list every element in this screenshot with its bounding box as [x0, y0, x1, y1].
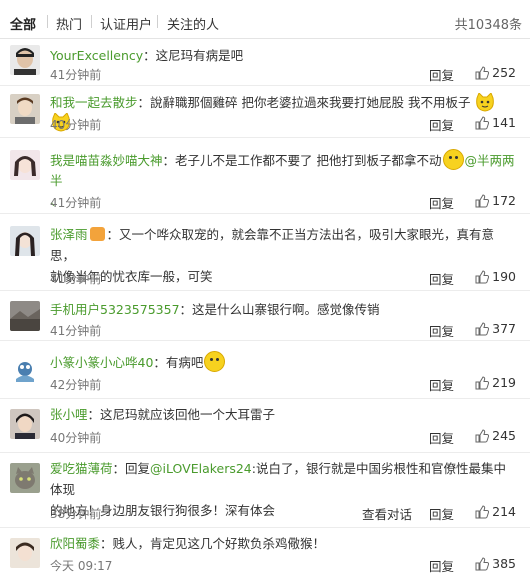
- reply-button[interactable]: 回复: [429, 428, 454, 447]
- username[interactable]: 欣阳蜀黍: [50, 536, 100, 551]
- avatar[interactable]: [10, 463, 40, 493]
- timestamp: 38分钟前: [50, 507, 102, 521]
- like-count: 141: [492, 115, 516, 130]
- tab-verified[interactable]: 认证用户: [100, 14, 152, 33]
- avatar[interactable]: [10, 94, 40, 124]
- thumbs-up-icon: [475, 505, 490, 519]
- like-count: 190: [492, 269, 516, 284]
- reply-button[interactable]: 回复: [429, 321, 454, 340]
- comment-item: 小篆小篆小心哗40：有病吧 42分钟前 回复 219: [0, 341, 530, 399]
- tab-all[interactable]: 全部: [10, 14, 36, 33]
- avatar[interactable]: [10, 355, 40, 385]
- like-button[interactable]: 245: [475, 428, 516, 443]
- tab-following[interactable]: 关注的人: [167, 14, 219, 33]
- like-count: 245: [492, 428, 516, 443]
- like-button[interactable]: 214: [475, 504, 516, 519]
- timestamp: 41分钟前: [50, 272, 102, 286]
- like-count: 377: [492, 321, 516, 336]
- tab-divider: [47, 15, 48, 28]
- timestamp: 41分钟前: [50, 68, 102, 82]
- tab-divider: [91, 15, 92, 28]
- thinking-emoji-icon: [204, 351, 226, 372]
- thumbs-up-icon: [475, 557, 490, 571]
- thumbs-up-icon: [475, 429, 490, 443]
- timestamp: 40分钟前: [50, 118, 102, 132]
- avatar[interactable]: [10, 301, 40, 331]
- comment-item: 张泽雨 ：又一个哗众取宠的，就会靠不正当方法出名，吸引大家眼光，真有意思， 就像当年…: [0, 214, 530, 291]
- username[interactable]: 手机用户5323575357: [50, 302, 180, 317]
- avatar[interactable]: [10, 45, 40, 75]
- like-button[interactable]: 385: [475, 556, 516, 571]
- avatar[interactable]: [10, 226, 40, 256]
- reply-button[interactable]: 回复: [429, 269, 454, 288]
- timestamp: 40分钟前: [50, 431, 102, 445]
- comment-item: 欣阳蜀黍：贱人，肯定见这几个好欺负杀鸡儆猴！ 今天 09:17 回复 385: [0, 528, 530, 588]
- comment-text: 手机用户5323575357：这是什么山寨银行啊。感觉像传销: [50, 302, 380, 317]
- comment-text: YourExcellency：这尼玛有病是吧: [50, 48, 244, 63]
- like-button[interactable]: 377: [475, 321, 516, 336]
- thumbs-up-icon: [475, 116, 490, 130]
- comment-item: YourExcellency：这尼玛有病是吧 41分钟前 回复 252: [0, 39, 530, 86]
- view-conversation-button[interactable]: 查看对话: [362, 504, 412, 523]
- like-count: 214: [492, 504, 516, 519]
- comment-item: 和我一起去散步：說辭職那個雞碎 把你老婆拉過來我要打她屁股 我不用板子 40分钟…: [0, 86, 530, 138]
- like-button[interactable]: 252: [475, 65, 516, 80]
- mention-link[interactable]: @iLOVElakers24: [150, 461, 252, 476]
- thumbs-up-icon: [475, 66, 490, 80]
- username[interactable]: 爱吃猫薄荷: [50, 461, 113, 476]
- avatar[interactable]: [10, 409, 40, 439]
- comment-tabs: 全部 热门 认证用户 关注的人 共10348条: [0, 0, 530, 40]
- comment-text: 小篆小篆小心哗40：有病吧: [50, 351, 518, 373]
- reply-button[interactable]: 回复: [429, 65, 454, 84]
- comment-count: 共10348条: [454, 18, 522, 33]
- like-count: 219: [492, 375, 516, 390]
- tab-divider: [157, 15, 158, 28]
- timestamp: 42分钟前: [50, 378, 102, 392]
- thumbs-up-icon: [475, 194, 490, 208]
- username[interactable]: 和我一起去散步: [50, 95, 138, 110]
- cat-emoji-icon: [476, 93, 495, 112]
- tab-hot[interactable]: 热门: [56, 14, 82, 33]
- timestamp: 41分钟前: [50, 196, 102, 210]
- comment-item: 手机用户5323575357：这是什么山寨银行啊。感觉像传销 41分钟前 回复 …: [0, 291, 530, 341]
- reply-button[interactable]: 回复: [429, 115, 454, 134]
- username[interactable]: YourExcellency: [50, 48, 143, 63]
- avatar[interactable]: [10, 150, 40, 180]
- like-button[interactable]: 190: [475, 269, 516, 284]
- reply-button[interactable]: 回复: [429, 504, 454, 523]
- like-button[interactable]: 219: [475, 375, 516, 390]
- thumbs-up-icon: [475, 322, 490, 336]
- username[interactable]: 张泽雨: [50, 227, 88, 242]
- like-button[interactable]: 172: [475, 193, 516, 208]
- comment-item: 张小哩：这尼玛就应该回他一个大耳雷子 40分钟前 回复 245: [0, 399, 530, 453]
- comment-text: 张小哩：这尼玛就应该回他一个大耳雷子: [50, 407, 276, 422]
- comment-item: 我是喵苗淼妙喵大神：老子儿不是工作都不要了 把他打到板子都拿不动 @半两两半、 4…: [0, 138, 530, 214]
- comment-item: 爱吃猫薄荷：回复@iLOVElakers24:说白了，银行就是中国劣根性和官僚性…: [0, 453, 530, 528]
- like-count: 385: [492, 556, 516, 571]
- smiley-emoji-icon: [442, 149, 464, 170]
- like-count: 172: [492, 193, 516, 208]
- timestamp: 41分钟前: [50, 324, 102, 338]
- avatar[interactable]: [10, 538, 40, 568]
- thumbs-up-icon: [475, 270, 490, 284]
- username[interactable]: 我是喵苗淼妙喵大神: [50, 153, 163, 168]
- like-count: 252: [492, 65, 516, 80]
- reply-button[interactable]: 回复: [429, 375, 454, 394]
- like-button[interactable]: 141: [475, 115, 516, 130]
- username[interactable]: 小篆小篆小心哗40: [50, 355, 153, 370]
- vip-badge-icon: [89, 227, 105, 241]
- thumbs-up-icon: [475, 376, 490, 390]
- comment-text: 欣阳蜀黍：贱人，肯定见这几个好欺负杀鸡儆猴！: [50, 536, 326, 551]
- username[interactable]: 张小哩: [50, 407, 88, 422]
- reply-button[interactable]: 回复: [429, 193, 454, 212]
